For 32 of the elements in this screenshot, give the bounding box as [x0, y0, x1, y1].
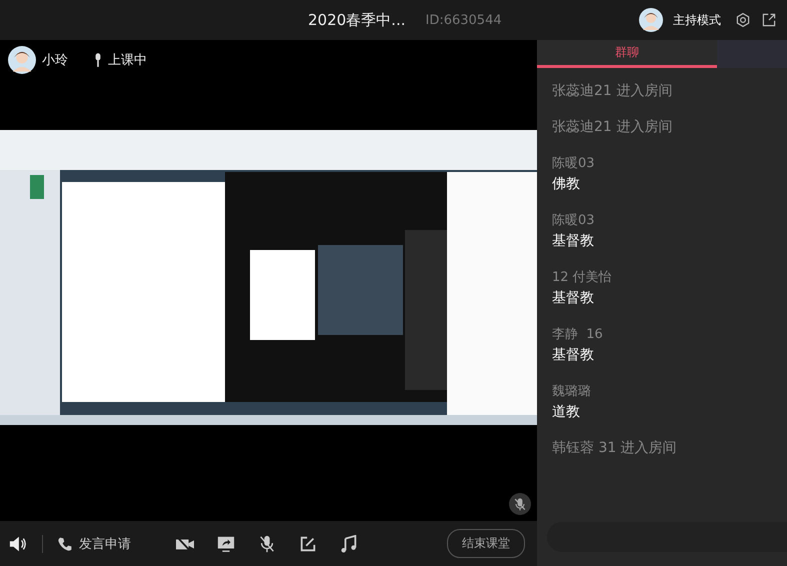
request-speak-button[interactable]: 发言申请 [57, 534, 131, 552]
music-icon[interactable] [339, 534, 359, 552]
speaker-icon[interactable] [8, 534, 28, 552]
avatar-icon [639, 8, 663, 32]
phone-icon [57, 536, 73, 552]
join-notice: 张蕊迪21 进入房间 [552, 118, 674, 136]
message-text: 基督教 [552, 289, 595, 307]
message-text: 基督教 [552, 346, 595, 364]
message-text: 佛教 [552, 175, 581, 193]
sender-name: 陈暖03 [552, 212, 596, 229]
avatar-icon [8, 46, 36, 74]
sender-name: 魏璐璐 [552, 383, 592, 400]
screen-share-icon[interactable] [216, 534, 236, 552]
join-notice: 韩钰蓉 31 进入房间 [552, 439, 678, 457]
message-text: 道教 [552, 403, 581, 421]
sender-name: 陈暖03 [552, 155, 596, 172]
join-notice: 张蕊迪21 进入房间 [552, 82, 674, 100]
room-id: ID:6630544 [425, 12, 502, 28]
muted-mic-icon [509, 493, 531, 515]
muted-mic-icon[interactable] [257, 534, 277, 552]
sender-name: 12 付美怡 [552, 269, 613, 286]
settings-icon[interactable] [735, 12, 751, 28]
microphone-icon [94, 52, 102, 68]
host-mode-label: 主持模式 [673, 12, 721, 28]
presenter-name: 小玲 [42, 52, 68, 69]
message-text: 基督教 [552, 232, 595, 250]
pop-out-icon[interactable] [761, 12, 777, 28]
class-status: 上课中 [108, 52, 147, 69]
end-class-button[interactable]: 结束课堂 [447, 529, 525, 558]
class-title: 2020春季中... [308, 10, 406, 30]
sender-name: 李静 16 [552, 326, 604, 343]
edit-icon[interactable] [298, 534, 318, 552]
